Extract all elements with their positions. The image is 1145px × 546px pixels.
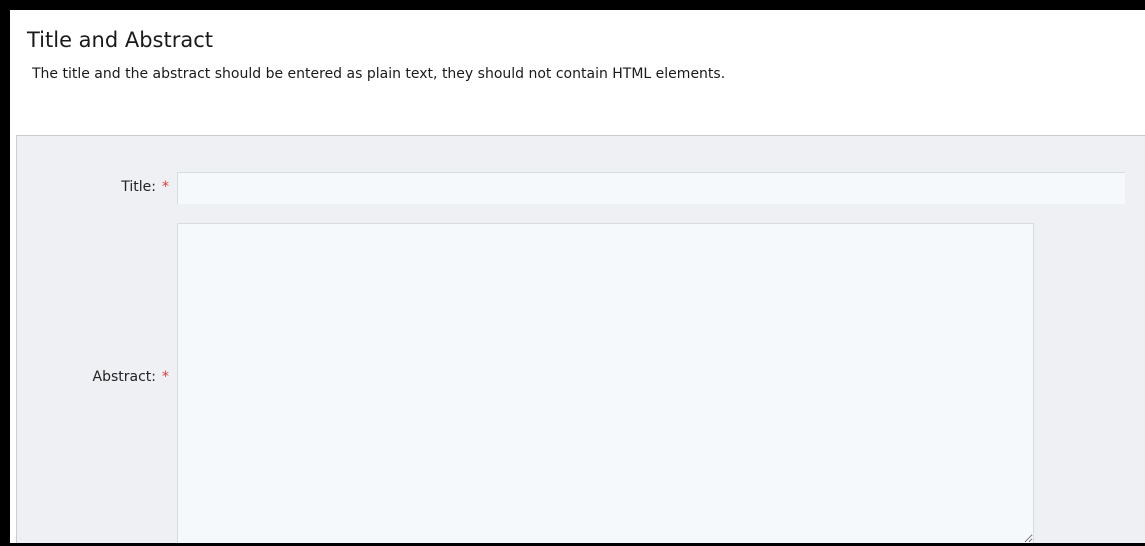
title-required-marker: * [162, 179, 169, 195]
title-label: Title: * [121, 177, 169, 197]
abstract-label-text: Abstract: [92, 369, 157, 385]
section-title: Title and Abstract [27, 28, 214, 52]
abstract-required-marker: * [162, 369, 169, 385]
title-abstract-form: Title: * Abstract: * [16, 135, 1145, 543]
abstract-label: Abstract: * [93, 367, 170, 387]
section-description: The title and the abstract should be ent… [32, 66, 726, 82]
title-input[interactable] [177, 172, 1125, 204]
page: Title and Abstract The title and the abs… [10, 10, 1145, 543]
title-label-text: Title: [121, 179, 156, 195]
abstract-textarea[interactable] [177, 223, 1034, 543]
